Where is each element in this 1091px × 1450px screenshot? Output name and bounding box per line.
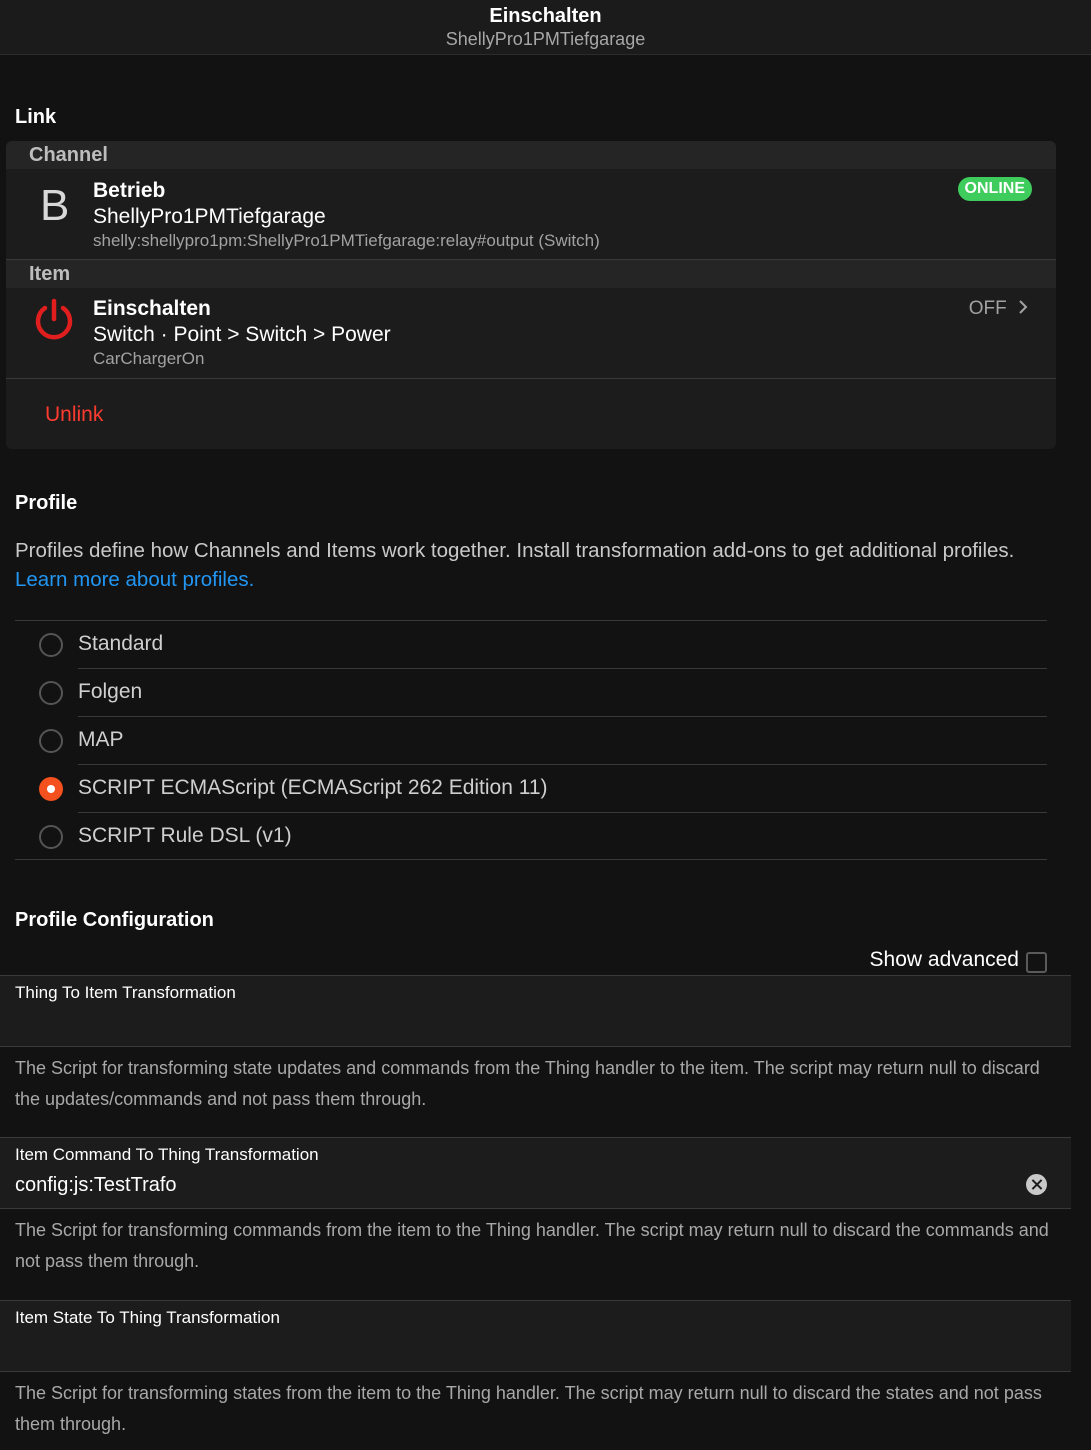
- profile-config-title: Profile Configuration: [15, 909, 214, 931]
- item-group-header: Item: [6, 260, 1056, 288]
- divider: [6, 378, 1056, 379]
- channel-thing: ShellyPro1PMTiefgarage: [93, 205, 326, 228]
- field-label: Thing To Item Transformation: [15, 983, 236, 1002]
- show-advanced-checkbox[interactable]: [1026, 952, 1047, 973]
- profile-option-standard[interactable]: Standard: [15, 621, 1047, 669]
- profile-option-map[interactable]: MAP: [15, 717, 1047, 765]
- field-label: Item Command To Thing Transformation: [15, 1145, 319, 1164]
- radio-button-selected[interactable]: [39, 777, 63, 801]
- profile-option-label: SCRIPT Rule DSL (v1): [78, 824, 292, 847]
- show-advanced-label: Show advanced: [869, 948, 1019, 971]
- page-subtitle: ShellyPro1PMTiefgarage: [445, 29, 646, 49]
- link-section-title: Link: [15, 106, 57, 128]
- profile-section-title: Profile: [15, 492, 78, 514]
- item-title: Einschalten: [93, 297, 211, 320]
- item-name: CarChargerOn: [93, 349, 205, 368]
- profile-option-label: Folgen: [78, 680, 143, 703]
- field-help: The Script for transforming state update…: [15, 1058, 1040, 1109]
- profile-option-label: SCRIPT ECMAScript (ECMAScript 262 Editio…: [78, 776, 548, 799]
- link-card: Channel B Betrieb ShellyPro1PMTiefgarage…: [6, 141, 1056, 449]
- field-help: The Script for transforming states from …: [15, 1383, 1042, 1434]
- profile-radio-list: Standard Folgen MAP SCRIPT ECMAScript (E…: [15, 620, 1047, 860]
- learn-more-link[interactable]: Learn more about profiles.: [15, 568, 254, 592]
- profile-option-label: Standard: [78, 632, 164, 655]
- field-input[interactable]: config:js:TestTrafo: [15, 1174, 177, 1197]
- chevron-right-icon: [1019, 300, 1028, 314]
- profile-description: Profiles define how Channels and Items w…: [15, 539, 1015, 562]
- item-state-value: OFF: [968, 298, 1007, 319]
- profile-option-script-rule-dsl[interactable]: SCRIPT Rule DSL (v1): [15, 813, 1047, 861]
- field-label: Item State To Thing Transformation: [15, 1308, 280, 1327]
- channel-group-header: Channel: [6, 141, 1056, 169]
- unlink-button[interactable]: Unlink: [45, 403, 103, 427]
- item-command-to-thing-field[interactable]: Item Command To Thing Transformation con…: [0, 1137, 1071, 1209]
- channel-letter-icon: B: [40, 181, 70, 230]
- clear-icon[interactable]: [1026, 1174, 1047, 1195]
- profile-option-folgen[interactable]: Folgen: [15, 669, 1047, 717]
- radio-button[interactable]: [39, 825, 63, 849]
- page-title: Einschalten: [489, 5, 602, 27]
- item-type: Switch · Point > Switch > Power: [93, 323, 391, 346]
- profile-option-script-ecmascript[interactable]: SCRIPT ECMAScript (ECMAScript 262 Editio…: [15, 765, 1047, 813]
- header: Einschalten ShellyPro1PMTiefgarage: [0, 0, 1091, 55]
- radio-button[interactable]: [39, 729, 63, 753]
- radio-button[interactable]: [39, 681, 63, 705]
- field-help: The Script for transforming commands fro…: [15, 1220, 1049, 1271]
- radio-button[interactable]: [39, 633, 63, 657]
- power-icon: [35, 298, 73, 340]
- item-state-to-thing-field[interactable]: Item State To Thing Transformation: [0, 1300, 1071, 1372]
- thing-to-item-field[interactable]: Thing To Item Transformation: [0, 975, 1071, 1047]
- channel-title: Betrieb: [93, 179, 166, 202]
- channel-uid: shelly:shellypro1pm:ShellyPro1PMTiefgara…: [93, 231, 600, 250]
- profile-option-label: MAP: [78, 728, 124, 751]
- status-badge: ONLINE: [957, 177, 1032, 201]
- item-state: OFF: [969, 298, 1030, 320]
